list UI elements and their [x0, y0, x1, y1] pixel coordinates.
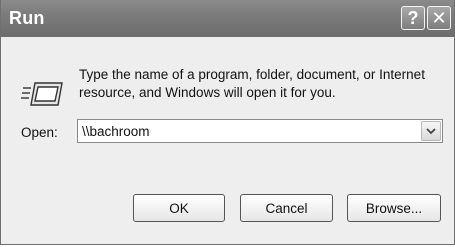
close-button[interactable]: ✕	[427, 6, 451, 30]
title-bar[interactable]: Run ? ✕	[1, 0, 454, 37]
open-dropdown-button[interactable]	[421, 121, 441, 141]
browse-button[interactable]: Browse...	[347, 194, 441, 222]
help-button[interactable]: ?	[401, 6, 425, 30]
run-icon	[21, 82, 63, 106]
cancel-button[interactable]: Cancel	[240, 194, 333, 222]
chevron-down-icon	[426, 128, 436, 135]
run-dialog: Run ? ✕ Type the name of a program, fold…	[0, 0, 455, 245]
open-label: Open:	[21, 125, 58, 140]
open-combobox[interactable]	[77, 119, 443, 143]
window-title: Run	[9, 8, 45, 28]
open-input[interactable]	[78, 120, 422, 142]
dialog-description: Type the name of a program, folder, docu…	[79, 67, 425, 100]
dialog-body: Type the name of a program, folder, docu…	[1, 37, 454, 244]
close-icon: ✕	[431, 7, 447, 28]
ok-button[interactable]: OK	[133, 194, 225, 222]
help-icon: ?	[407, 7, 419, 28]
